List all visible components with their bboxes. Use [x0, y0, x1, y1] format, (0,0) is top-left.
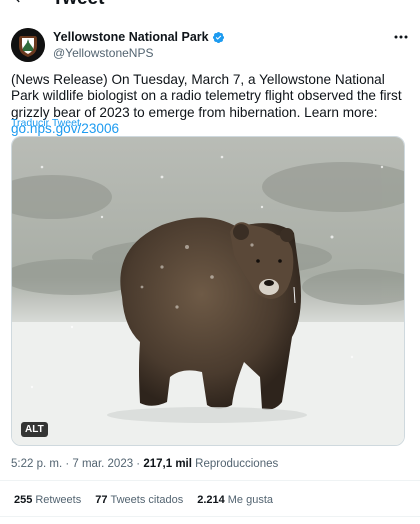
tweet-photo[interactable]: ALT: [11, 136, 405, 446]
tweet-body: (News Release) On Tuesday, March 7, a Ye…: [11, 72, 402, 120]
tweet-stats: 255 Retweets 77 Tweets citados 2.214 Me gus…: [14, 494, 273, 506]
meta-separator: ·: [62, 458, 73, 470]
verified-badge-icon: [212, 31, 224, 43]
nps-logo-icon: [11, 28, 45, 62]
quote-tweets-stat[interactable]: 77 Tweets citados: [95, 494, 183, 506]
tweet-header: Tweet: [0, 0, 420, 10]
author-handle[interactable]: @YellowstoneNPS: [53, 46, 153, 60]
views-label: Reproducciones: [195, 458, 279, 470]
back-button[interactable]: [10, 0, 28, 6]
divider: [0, 480, 420, 481]
quote-tweets-label: Tweets citados: [110, 494, 184, 506]
views-count: 217,1 mil: [143, 458, 192, 470]
retweets-count: 255: [14, 494, 33, 506]
tweet-author: Yellowstone National Park @YellowstoneNP…: [11, 28, 411, 64]
tweet-meta: 5:22 p. m. · 7 mar. 2023 · 217,1 mil Rep…: [11, 458, 278, 470]
meta-separator: ·: [133, 458, 144, 470]
likes-label: Me gusta: [227, 494, 274, 506]
likes-stat[interactable]: 2.214 Me gusta: [197, 494, 273, 506]
author-name[interactable]: Yellowstone National Park: [53, 30, 209, 44]
translate-tweet-link[interactable]: Traducir Tweet: [11, 117, 80, 129]
retweets-stat[interactable]: 255 Retweets: [14, 494, 81, 506]
quote-tweets-count: 77: [95, 494, 108, 506]
divider: [0, 516, 420, 517]
grizzly-bear-photo: [12, 137, 404, 445]
arrow-left-icon: [16, 0, 20, 3]
tweet-date[interactable]: 7 mar. 2023: [72, 458, 133, 470]
tweet-time[interactable]: 5:22 p. m.: [11, 458, 62, 470]
likes-count: 2.214: [197, 494, 225, 506]
avatar[interactable]: [11, 28, 45, 62]
alt-text-button[interactable]: ALT: [21, 422, 48, 437]
retweets-label: Retweets: [35, 494, 82, 506]
more-horizontal-icon: [394, 35, 408, 39]
more-options-button[interactable]: [391, 30, 411, 44]
page-title: Tweet: [52, 0, 104, 10]
